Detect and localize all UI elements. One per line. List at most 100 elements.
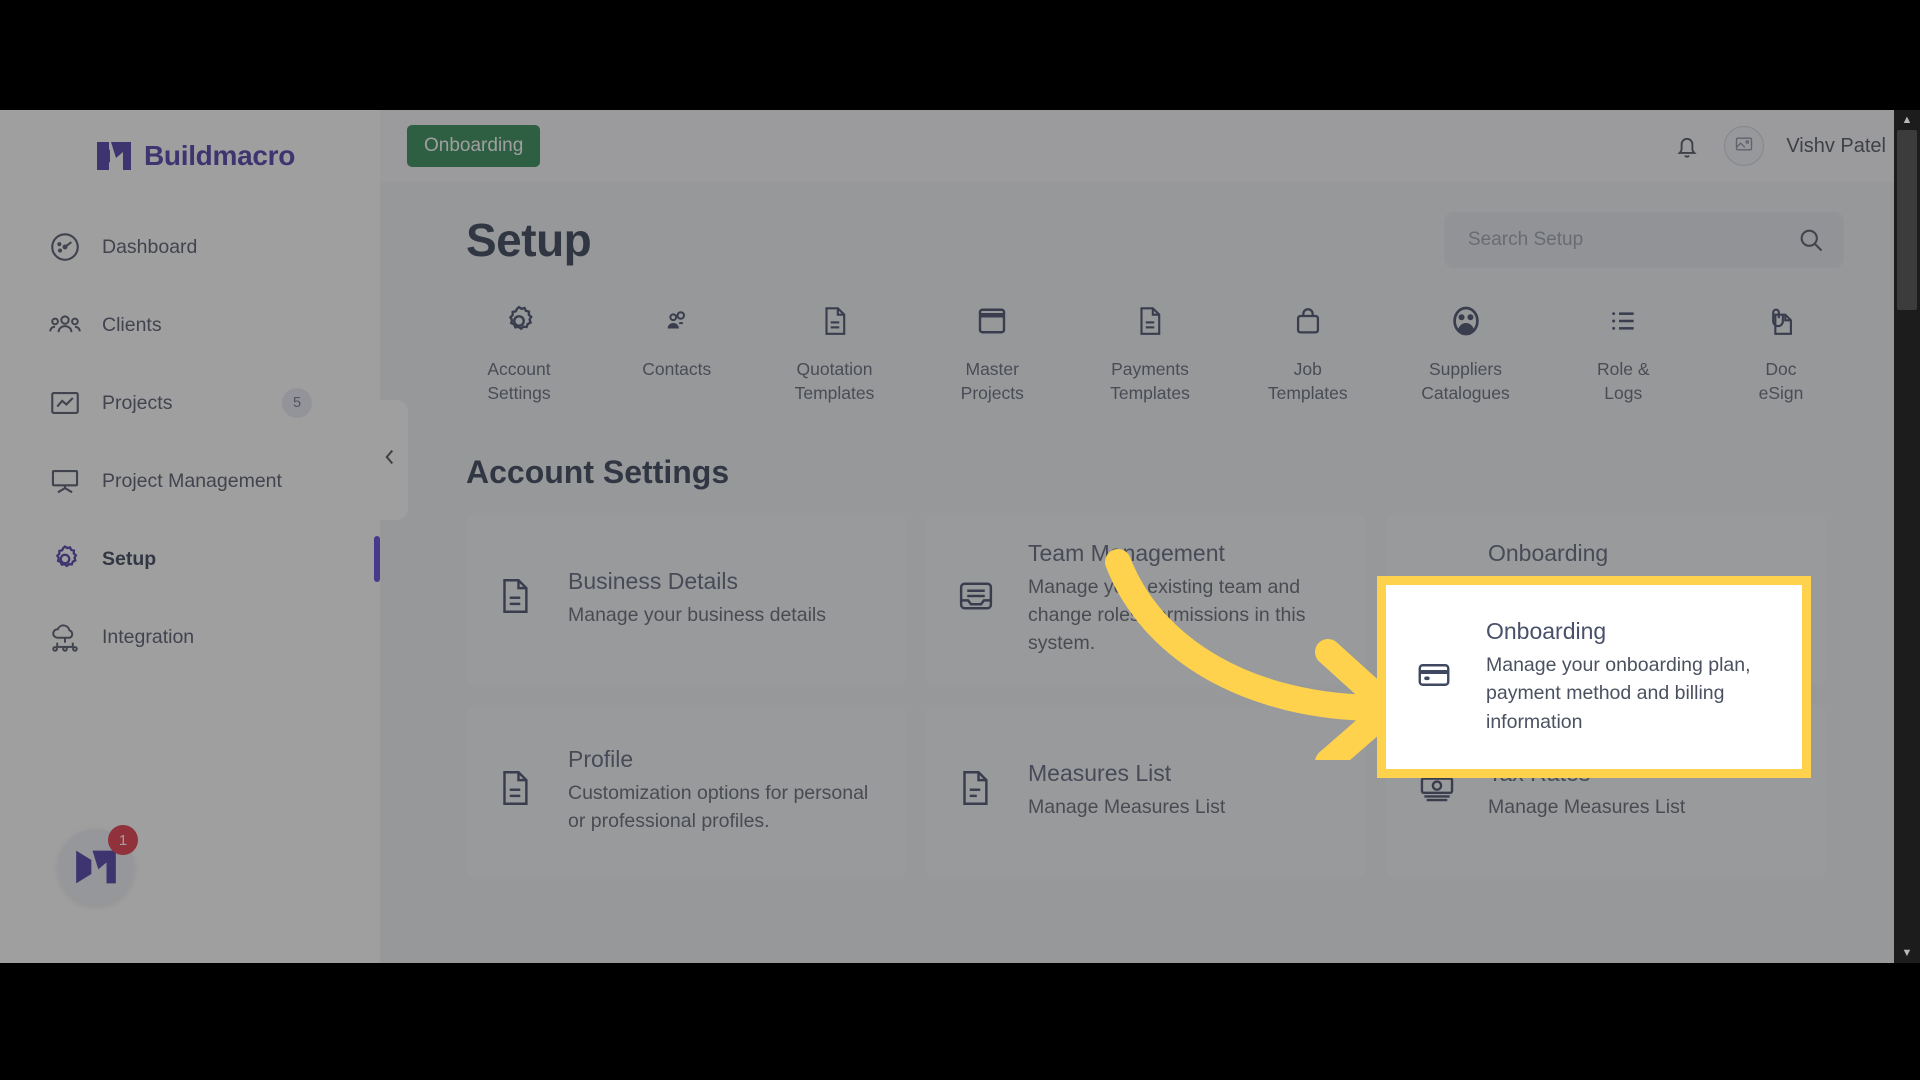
- main-content: Setup Search Setup Account Settings Cont…: [380, 182, 1900, 963]
- topbar: Onboarding Vishv Patel: [380, 110, 1920, 182]
- quick-link-label: Role & Logs: [1596, 359, 1650, 403]
- quick-link-label: Quotation Templates: [794, 359, 875, 403]
- section-heading: Account Settings: [466, 453, 730, 490]
- quick-link-label: Suppliers Catalogues: [1421, 359, 1510, 403]
- buildmacro-m-logo-icon: [75, 849, 117, 885]
- card-description: Manage Measures List: [1028, 796, 1226, 819]
- card-title: Business Details: [568, 568, 739, 595]
- card-text-block: Profile Customization options for person…: [568, 746, 878, 835]
- bell-icon[interactable]: [1672, 130, 1702, 162]
- brand-logo-block[interactable]: Buildmacro: [0, 110, 380, 182]
- avatar[interactable]: [1724, 126, 1765, 166]
- card-text-block: Business Details Manage your business de…: [568, 568, 826, 629]
- search-setup-box: [1444, 212, 1844, 268]
- card-onboarding[interactable]: Onboarding Manage your onboarding plan, …: [1386, 585, 1802, 769]
- document-lines-icon: [1133, 296, 1167, 346]
- chevron-left-icon: [379, 446, 401, 474]
- chart-box-icon: [48, 386, 82, 420]
- sidebar-item-label: Projects: [102, 391, 173, 414]
- quick-link-label: Master Projects: [960, 359, 1024, 403]
- quick-link-quotation-templates[interactable]: Quotation Templates: [760, 296, 910, 406]
- cloud-network-icon: [48, 620, 82, 654]
- browser-viewport: Buildmacro Dashboard Clients Projects 5 …: [0, 110, 1920, 963]
- card-text-block: Onboarding Manage your onboarding plan, …: [1486, 618, 1776, 735]
- card-description: Manage your existing team and change rol…: [1028, 575, 1306, 655]
- quick-link-role-and-logs[interactable]: Role & Logs: [1548, 296, 1698, 406]
- sidebar-item-project-management[interactable]: Project Management: [0, 442, 380, 520]
- screen-root: Buildmacro Dashboard Clients Projects 5 …: [0, 0, 1920, 1080]
- card-description: Customization options for personal or pr…: [568, 782, 869, 833]
- card-title: Onboarding: [1488, 539, 1609, 566]
- bag-icon: [1291, 296, 1325, 346]
- sidebar: Buildmacro Dashboard Clients Projects 5 …: [0, 110, 380, 963]
- supplier-people-icon: [1447, 296, 1485, 346]
- sidebar-item-setup[interactable]: Setup: [0, 520, 380, 598]
- page-header: Setup: [380, 182, 1900, 268]
- sidebar-item-label: Setup: [102, 547, 157, 570]
- gear-icon: [48, 542, 82, 576]
- document-lines-icon: [494, 765, 540, 816]
- sidebar-badge-projects: 5: [282, 388, 312, 418]
- people-group-icon: [48, 308, 82, 342]
- card-profile[interactable]: Profile Customization options for person…: [466, 704, 906, 877]
- card-business-details[interactable]: Business Details Manage your business de…: [466, 512, 906, 685]
- list-icon: [1605, 296, 1641, 346]
- card-title: Team Management: [1028, 539, 1225, 566]
- sidebar-item-clients[interactable]: Clients: [0, 286, 380, 364]
- sidebar-item-integration[interactable]: Integration: [0, 598, 380, 676]
- card-description: Manage Measures List: [1488, 796, 1686, 819]
- sidebar-item-label: Clients: [102, 313, 162, 336]
- notification-count-badge: 1: [108, 825, 138, 855]
- card-measures-list[interactable]: Measures List Manage Measures List: [926, 704, 1366, 877]
- buildmacro-m-logo-icon: [96, 141, 132, 171]
- quick-link-contacts[interactable]: Contacts: [602, 296, 752, 406]
- search-input[interactable]: [1444, 212, 1844, 268]
- quick-link-master-projects[interactable]: Master Projects: [917, 296, 1067, 406]
- document-lines-icon: [954, 765, 1000, 816]
- quick-link-job-templates[interactable]: Job Templates: [1233, 296, 1383, 406]
- card-description: Manage your business details: [568, 604, 826, 627]
- sidebar-item-dashboard[interactable]: Dashboard: [0, 208, 380, 286]
- quick-link-doc-esign[interactable]: Doc eSign: [1706, 296, 1856, 406]
- active-indicator-bar: [374, 536, 380, 582]
- highlight-box-onboarding[interactable]: Onboarding Manage your onboarding plan, …: [1377, 576, 1811, 778]
- card-team-management[interactable]: Team Management Manage your existing tea…: [926, 512, 1366, 685]
- sidebar-item-label: Dashboard: [102, 235, 198, 258]
- card-title: Measures List: [1028, 760, 1172, 787]
- sidebar-collapse-button[interactable]: [372, 400, 408, 520]
- username-label[interactable]: Vishv Patel: [1786, 135, 1886, 158]
- card-text-block: Team Management Manage your existing tea…: [1028, 540, 1338, 657]
- quick-link-label: Account Settings: [487, 359, 551, 403]
- easel-board-icon: [48, 464, 82, 498]
- quick-link-label: Job Templates: [1267, 359, 1348, 403]
- document-lines-icon: [494, 573, 540, 624]
- quick-link-label: Payments Templates: [1110, 359, 1190, 403]
- sidebar-item-label: Project Management: [102, 469, 282, 492]
- window-icon: [974, 296, 1010, 346]
- card-text-block: Measures List Manage Measures List: [1028, 760, 1225, 821]
- quick-link-payments-templates[interactable]: Payments Templates: [1075, 296, 1225, 406]
- quick-link-label: Doc eSign: [1758, 359, 1804, 403]
- gear-icon: [500, 296, 538, 346]
- doc-clip-icon: [1764, 296, 1798, 346]
- document-lines-icon: [818, 296, 852, 346]
- contacts-icon: [658, 296, 696, 346]
- quick-link-suppliers-catalogues[interactable]: Suppliers Catalogues: [1391, 296, 1541, 406]
- card-title: Onboarding: [1486, 618, 1607, 645]
- onboarding-chip-button[interactable]: Onboarding: [407, 125, 541, 167]
- scroll-down-arrow-icon[interactable]: ▼: [1894, 943, 1920, 963]
- credit-card-icon: [1412, 657, 1458, 698]
- floating-help-logo-button[interactable]: 1: [58, 825, 138, 905]
- page-title: Setup: [466, 214, 592, 266]
- card-description: Manage your onboarding plan, payment met…: [1486, 654, 1751, 733]
- quick-link-label: Contacts: [642, 359, 712, 379]
- vertical-scrollbar[interactable]: ▲ ▼: [1894, 110, 1920, 963]
- quick-link-account-settings[interactable]: Account Settings: [444, 296, 594, 406]
- search-icon[interactable]: [1797, 226, 1825, 254]
- sidebar-nav: Dashboard Clients Projects 5 Project Man…: [0, 208, 380, 676]
- scrollbar-thumb[interactable]: [1897, 130, 1917, 310]
- sidebar-item-projects[interactable]: Projects 5: [0, 364, 380, 442]
- brand-name: Buildmacro: [144, 140, 296, 171]
- sidebar-item-label: Integration: [102, 625, 195, 648]
- scroll-up-arrow-icon[interactable]: ▲: [1894, 110, 1920, 130]
